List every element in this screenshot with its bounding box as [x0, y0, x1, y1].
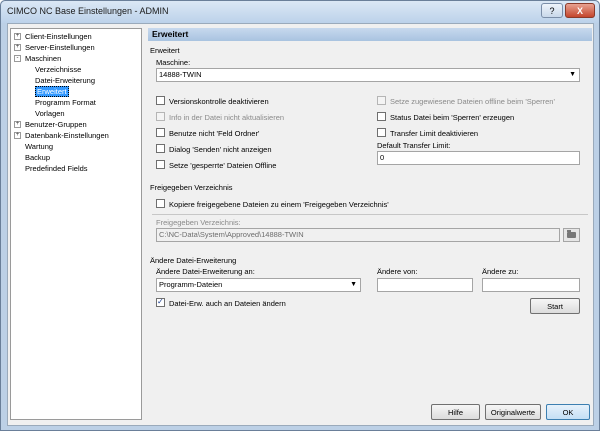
datei-erw-auch-label: Datei-Erw. auch an Dateien ändern: [169, 299, 286, 308]
benutze-feld-ordner-checkbox[interactable]: [156, 128, 165, 137]
dialog-body: + Client-Einstellungen + Server-Einstell…: [7, 23, 594, 426]
expand-icon[interactable]: +: [14, 132, 21, 139]
tree-item-label: Backup: [25, 153, 51, 162]
section-label-freigegeben: Freigegeben Verzeichnis: [150, 183, 233, 192]
machine-label: Maschine:: [156, 58, 191, 67]
tree-item-label: Datenbank-Einstellungen: [25, 131, 109, 140]
freigegeben-path-label: Freigegeben Verzeichnis:: [156, 218, 241, 227]
tree-item-label: Vorlagen: [35, 109, 65, 118]
tree-item-backup[interactable]: Backup: [25, 153, 50, 163]
tree-item-erweitert[interactable]: Erweitert: [35, 86, 69, 97]
collapse-icon[interactable]: -: [14, 55, 21, 62]
aendere-zu-label: Ändere zu:: [482, 267, 519, 276]
folder-icon: [567, 230, 576, 238]
close-icon[interactable]: X: [565, 3, 595, 18]
machine-select[interactable]: 14888-TWIN ▼: [156, 68, 580, 82]
benutze-feld-ordner-label: Benutze nicht 'Feld Ordner': [169, 129, 260, 138]
tree-item-label: Server-Einstellungen: [25, 43, 95, 52]
setze-zugewiesene-label: Setze zugewiesene Dateien offline beim '…: [390, 97, 555, 106]
kopiere-freigegebene-label: Kopiere freigegebene Dateien zu einem 'F…: [169, 200, 389, 209]
tree-item-label: Datei-Erweiterung: [35, 76, 96, 85]
chevron-down-icon: ▼: [569, 71, 576, 78]
tree-item-vorlagen[interactable]: Vorlagen: [35, 109, 65, 119]
originalwerte-button[interactable]: Originalwerte: [485, 404, 541, 420]
status-datei-checkbox[interactable]: [377, 112, 386, 121]
tree-item-label: Predefinded Fields: [25, 164, 88, 173]
browse-folder-button[interactable]: [563, 228, 580, 242]
aendere-von-label: Ändere von:: [377, 267, 418, 276]
tree-item-verzeichnisse[interactable]: Verzeichnisse: [35, 65, 81, 75]
versionskontrolle-label: Versionskontrolle deaktivieren: [169, 97, 269, 106]
transfer-limit-checkbox[interactable]: [377, 128, 386, 137]
versionskontrolle-checkbox[interactable]: [156, 96, 165, 105]
tree-item-label: Verzeichnisse: [35, 65, 82, 74]
tree-item-predefined-fields[interactable]: Predefinded Fields: [25, 164, 88, 174]
chevron-down-icon: ▼: [350, 281, 357, 288]
tree-item-wartung[interactable]: Wartung: [25, 142, 53, 152]
ok-button[interactable]: OK: [546, 404, 590, 420]
tree-item-label: Maschinen: [25, 54, 62, 63]
title-bar[interactable]: CIMCO NC Base Einstellungen - ADMIN ? X: [1, 1, 599, 23]
info-nicht-aktualisieren-checkbox: [156, 112, 165, 121]
transfer-limit-label: Transfer Limit deaktivieren: [390, 129, 479, 138]
freigegeben-path-input: C:\NC-Data\System\Approved\14888-TWIN: [156, 228, 560, 242]
window-title: CIMCO NC Base Einstellungen - ADMIN: [7, 6, 169, 16]
aendere-an-label: Ändere Datei-Erweiterung an:: [156, 267, 255, 276]
tree-item-label: Wartung: [25, 142, 54, 151]
kopiere-freigegebene-checkbox[interactable]: [156, 199, 165, 208]
start-button[interactable]: Start: [530, 298, 580, 314]
status-datei-label: Status Datei beim 'Sperren' erzeugen: [390, 113, 515, 122]
default-transfer-limit-input[interactable]: 0: [377, 151, 580, 165]
settings-tree[interactable]: + Client-Einstellungen + Server-Einstell…: [10, 28, 142, 420]
info-nicht-aktualisieren-label: Info in der Datei nicht aktualisieren: [169, 113, 285, 122]
panel-title: Erweitert: [148, 28, 592, 41]
divider: [152, 214, 588, 215]
hilfe-button[interactable]: Hilfe: [431, 404, 480, 420]
section-label-erweitert: Erweitert: [150, 46, 180, 55]
default-transfer-limit-label: Default Transfer Limit:: [377, 141, 451, 150]
dialog-senden-label: Dialog 'Senden' nicht anzeigen: [169, 145, 272, 154]
tree-item-label: Benutzer-Gruppen: [25, 120, 87, 129]
help-icon[interactable]: ?: [541, 3, 563, 18]
aendere-zu-input[interactable]: [482, 278, 580, 292]
datei-erw-auch-checkbox[interactable]: [156, 297, 165, 307]
tree-item-datei-erweiterung[interactable]: Datei-Erweiterung: [35, 76, 95, 86]
setze-gesperrte-checkbox[interactable]: [156, 160, 165, 169]
erweitert-panel: Erweitert Erweitert Maschine: 14888-TWIN…: [148, 28, 592, 420]
setze-gesperrte-label: Setze 'gesperrte' Dateien Offline: [169, 161, 277, 170]
expand-icon[interactable]: +: [14, 33, 21, 40]
setze-zugewiesene-checkbox: [377, 96, 386, 105]
section-label-datei-erweiterung: Ändere Datei-Erweiterung: [150, 256, 237, 265]
tree-item-programm-format[interactable]: Programm Format: [35, 98, 96, 108]
tree-item-label: Client-Einstellungen: [25, 32, 92, 41]
aendere-von-input[interactable]: [377, 278, 473, 292]
settings-window: CIMCO NC Base Einstellungen - ADMIN ? X …: [0, 0, 600, 431]
machine-select-value: 14888-TWIN: [159, 70, 202, 79]
dialog-senden-checkbox[interactable]: [156, 144, 165, 153]
expand-icon[interactable]: +: [14, 121, 21, 128]
aendere-an-value: Programm-Dateien: [159, 280, 223, 289]
expand-icon[interactable]: +: [14, 44, 21, 51]
aendere-an-select[interactable]: Programm-Dateien ▼: [156, 278, 361, 292]
tree-item-label: Programm Format: [35, 98, 96, 107]
tree-item-label: Erweitert: [35, 86, 69, 97]
